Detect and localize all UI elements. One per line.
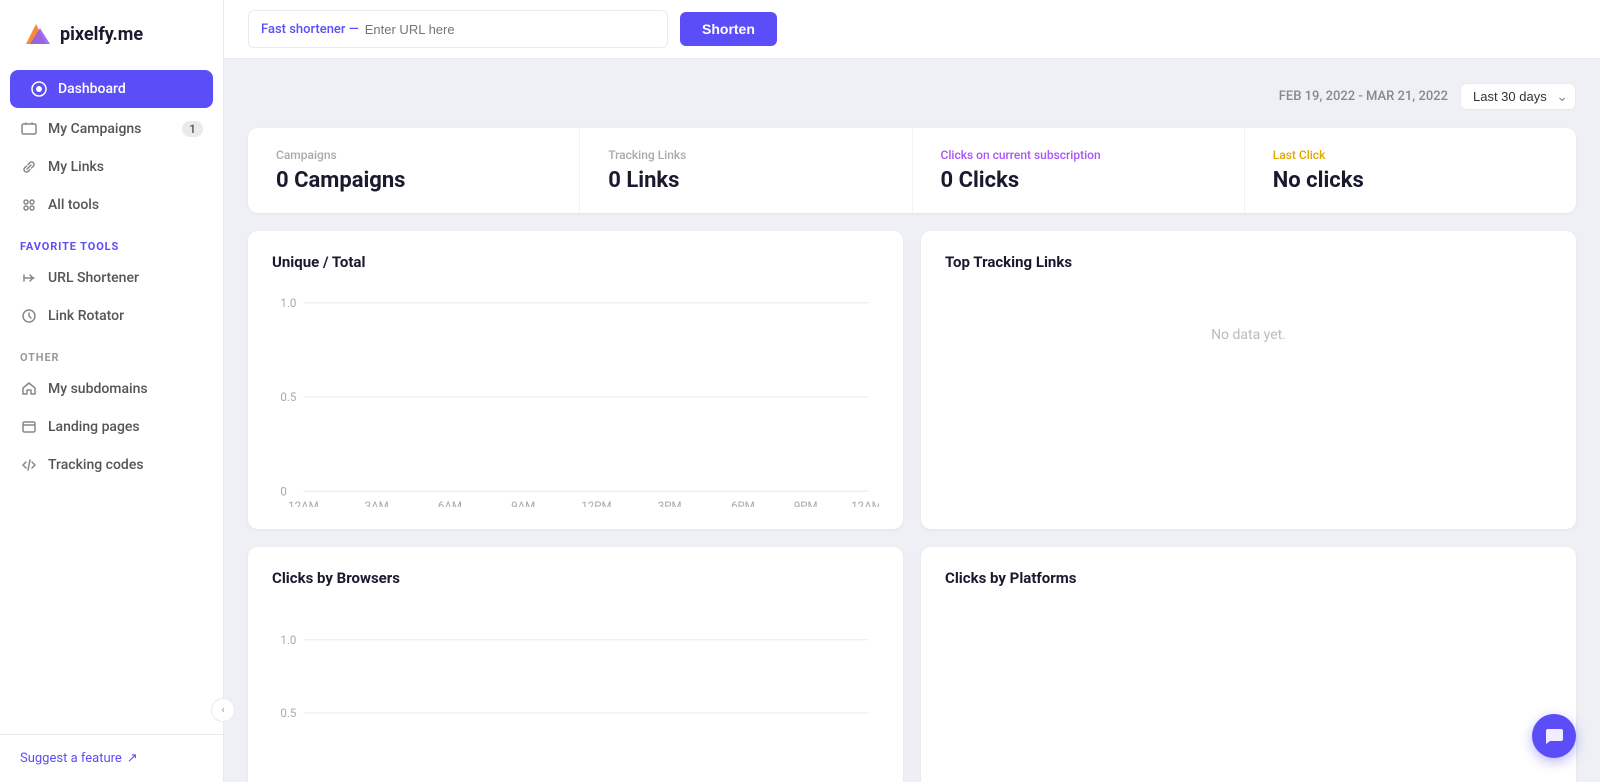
- svg-text:9AM: 9AM: [511, 499, 535, 507]
- browsers-svg: 1.0 0.5: [272, 603, 879, 782]
- chat-icon: [1543, 725, 1565, 747]
- svg-text:6PM: 6PM: [731, 499, 755, 507]
- campaigns-stat-value: 0 Campaigns: [276, 168, 551, 193]
- svg-text:6AM: 6AM: [438, 499, 462, 507]
- top-tracking-links-title: Top Tracking Links: [945, 253, 1552, 271]
- svg-text:9PM: 9PM: [794, 499, 818, 507]
- browsers-chart-card: Clicks by Browsers 1.0 0.5: [248, 547, 903, 782]
- sidebar-collapse-button[interactable]: ‹: [211, 698, 235, 722]
- stat-clicks: Clicks on current subscription 0 Clicks: [913, 128, 1245, 213]
- date-select-wrapper: Last 30 days: [1460, 83, 1576, 110]
- tracking-codes-icon: [20, 456, 38, 474]
- charts-row-1: Unique / Total 1.0 0.5 0 12AM 3AM: [248, 231, 1576, 529]
- svg-text:1.0: 1.0: [280, 633, 296, 647]
- sidebar: pixelfy.me Dashboard My Campaigns 1 My L…: [0, 0, 224, 782]
- last-click-stat-value: No clicks: [1273, 168, 1548, 193]
- favorite-tools-label: FAVORITE TOOLS: [0, 224, 223, 259]
- stat-last-click: Last Click No clicks: [1245, 128, 1576, 213]
- campaigns-icon: [20, 120, 38, 138]
- svg-text:0.5: 0.5: [280, 390, 296, 404]
- fast-shortener-label: Fast shortener —: [261, 22, 359, 37]
- svg-text:12AM: 12AM: [851, 499, 879, 507]
- sidebar-bottom: Suggest a feature ↗: [0, 734, 223, 782]
- svg-text:1.0: 1.0: [280, 296, 296, 310]
- browsers-chart-area: 1.0 0.5: [272, 603, 879, 782]
- nav-my-links[interactable]: My Links: [0, 148, 223, 186]
- last-click-stat-label: Last Click: [1273, 148, 1548, 162]
- link-rotator-icon: [20, 307, 38, 325]
- logo-icon: [20, 18, 52, 50]
- stat-links: Tracking Links 0 Links: [580, 128, 912, 213]
- nav-link-rotator[interactable]: Link Rotator: [0, 297, 223, 335]
- nav-tracking-codes[interactable]: Tracking codes: [0, 446, 223, 484]
- unique-total-chart-area: 1.0 0.5 0 12AM 3AM 6AM 9AM 12PM 3PM: [272, 287, 879, 507]
- dashboard-icon: [30, 80, 48, 98]
- svg-text:3AM: 3AM: [365, 499, 389, 507]
- nav-my-subdomains[interactable]: My subdomains: [0, 370, 223, 408]
- logo-text: pixelfy.me: [60, 24, 143, 45]
- nav-main: Dashboard My Campaigns 1 My Links All to…: [0, 68, 223, 224]
- url-shortener-icon: [20, 269, 38, 287]
- svg-text:12AM: 12AM: [288, 499, 318, 507]
- svg-text:0.5: 0.5: [280, 706, 296, 720]
- nav-all-tools[interactable]: All tools: [0, 186, 223, 224]
- subdomains-icon: [20, 380, 38, 398]
- logo-area: pixelfy.me: [0, 0, 223, 68]
- links-icon: [20, 158, 38, 176]
- unique-total-chart-card: Unique / Total 1.0 0.5 0 12AM 3AM: [248, 231, 903, 529]
- nav-other: My subdomains Landing pages Tracking cod…: [0, 370, 223, 484]
- browsers-chart-title: Clicks by Browsers: [272, 569, 879, 587]
- clicks-stat-label: Clicks on current subscription: [941, 148, 1216, 162]
- stats-row: Campaigns 0 Campaigns Tracking Links 0 L…: [248, 128, 1576, 213]
- unique-total-chart-title: Unique / Total: [272, 253, 879, 271]
- campaigns-badge: 1: [182, 121, 203, 137]
- platforms-chart-card: Clicks by Platforms: [921, 547, 1576, 782]
- svg-text:12PM: 12PM: [581, 499, 611, 507]
- clicks-stat-value: 0 Clicks: [941, 168, 1216, 193]
- links-stat-label: Tracking Links: [608, 148, 883, 162]
- main-content: Fast shortener — Shorten FEB 19, 2022 - …: [224, 0, 1600, 782]
- url-input[interactable]: [365, 22, 655, 37]
- all-tools-icon: [20, 196, 38, 214]
- suggest-feature-link[interactable]: Suggest a feature ↗: [20, 751, 203, 766]
- date-filter-row: FEB 19, 2022 - MAR 21, 2022 Last 30 days: [248, 83, 1576, 110]
- top-tracking-links-card: Top Tracking Links No data yet.: [921, 231, 1576, 529]
- top-links-no-data: No data yet.: [945, 287, 1552, 383]
- nav-my-campaigns[interactable]: My Campaigns 1: [0, 110, 223, 148]
- nav-landing-pages[interactable]: Landing pages: [0, 408, 223, 446]
- campaigns-stat-label: Campaigns: [276, 148, 551, 162]
- shorten-button[interactable]: Shorten: [680, 12, 777, 46]
- topbar: Fast shortener — Shorten: [224, 0, 1600, 59]
- nav-favorite-tools: URL Shortener Link Rotator: [0, 259, 223, 335]
- links-stat-value: 0 Links: [608, 168, 883, 193]
- nav-url-shortener[interactable]: URL Shortener: [0, 259, 223, 297]
- svg-text:3PM: 3PM: [658, 499, 682, 507]
- nav-dashboard[interactable]: Dashboard: [10, 70, 213, 108]
- date-range-select[interactable]: Last 30 days: [1460, 83, 1576, 110]
- landing-pages-icon: [20, 418, 38, 436]
- date-range-text: FEB 19, 2022 - MAR 21, 2022: [1279, 89, 1448, 104]
- url-input-wrapper: Fast shortener —: [248, 10, 668, 48]
- external-link-icon: ↗: [127, 751, 138, 766]
- svg-text:0: 0: [280, 484, 286, 498]
- unique-total-svg: 1.0 0.5 0 12AM 3AM 6AM 9AM 12PM 3PM: [272, 287, 879, 507]
- chat-bubble-button[interactable]: [1532, 714, 1576, 758]
- stat-campaigns: Campaigns 0 Campaigns: [248, 128, 580, 213]
- dashboard-content: FEB 19, 2022 - MAR 21, 2022 Last 30 days…: [224, 59, 1600, 782]
- other-section-label: OTHER: [0, 335, 223, 370]
- charts-row-2: Clicks by Browsers 1.0 0.5 Clicks by Pla…: [248, 547, 1576, 782]
- platforms-chart-title: Clicks by Platforms: [945, 569, 1552, 587]
